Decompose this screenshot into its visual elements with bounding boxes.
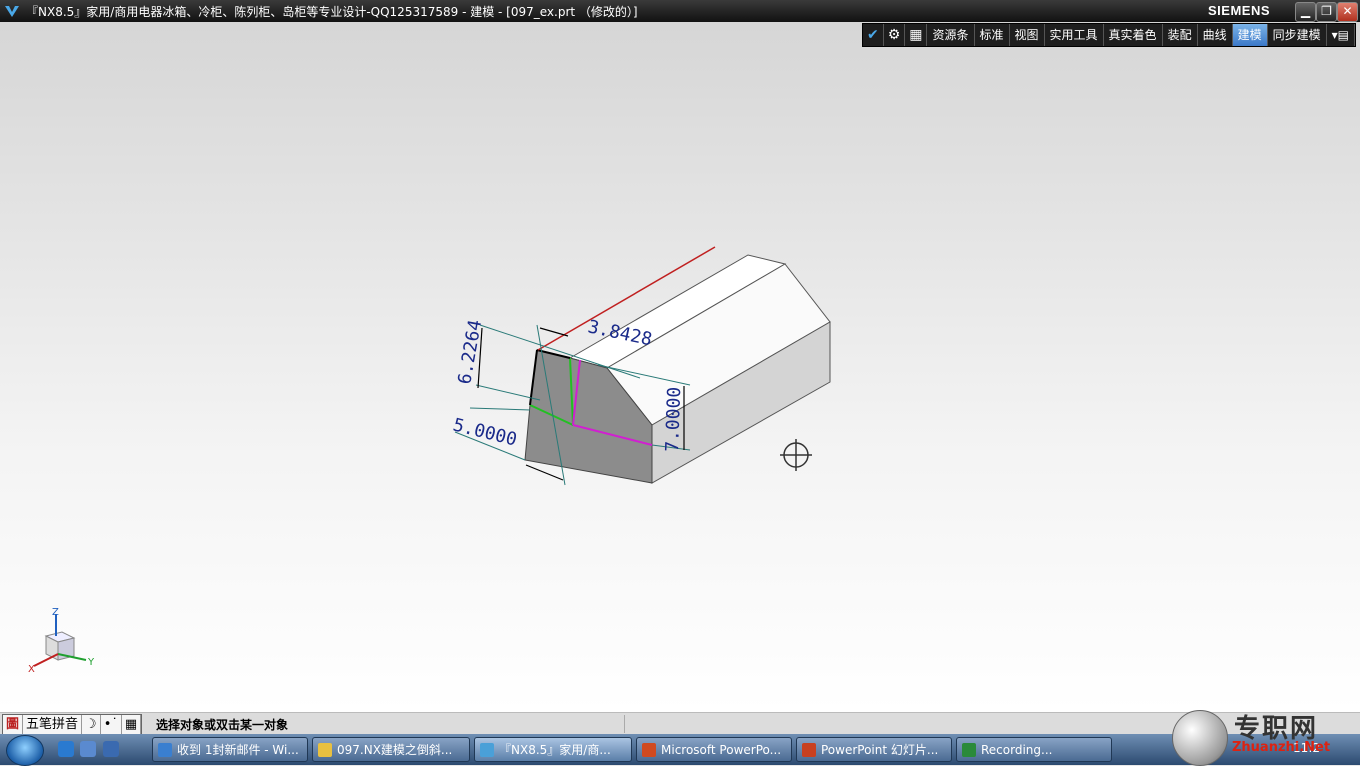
triad-y-label: Y bbox=[87, 657, 95, 668]
taskbar-item-label: 097.NX建模之倒斜... bbox=[337, 743, 453, 757]
folder-icon bbox=[318, 743, 332, 757]
monitor-quicklaunch-icon[interactable] bbox=[103, 741, 119, 757]
triad-x-label: X bbox=[28, 664, 35, 675]
taskbar-item-mail[interactable]: 收到 1封新邮件 - Wi... bbox=[152, 737, 308, 762]
powerpoint-icon bbox=[642, 743, 656, 757]
dimension-bottom[interactable]: 5.0000 bbox=[451, 414, 519, 450]
dimension-right-vertical[interactable]: 7.0000 bbox=[662, 386, 685, 452]
status-message: 选择对象或双击某一对象 bbox=[156, 718, 289, 732]
taskbar-item-recording[interactable]: Recording... bbox=[956, 737, 1112, 762]
taskbar-item-label: PowerPoint 幻灯片... bbox=[821, 743, 939, 757]
crosshair-cursor-icon bbox=[780, 439, 812, 471]
ime-punct-toggle[interactable]: •˙ bbox=[101, 715, 122, 734]
ime-keyboard-icon[interactable]: ▦ bbox=[122, 715, 142, 734]
taskbar-item-label: 『NX8.5』家用/商... bbox=[499, 743, 611, 757]
ie-quicklaunch-icon[interactable] bbox=[58, 741, 74, 757]
view-triad-icon: Z Y X bbox=[28, 607, 95, 675]
status-divider bbox=[624, 715, 625, 733]
taskbar: 收到 1封新邮件 - Wi... 097.NX建模之倒斜... 『NX8.5』家… bbox=[0, 734, 1360, 766]
mail-app-icon bbox=[158, 743, 172, 757]
ime-toolbar: 圖 五笔拼音 ☽ •˙ ▦ bbox=[2, 714, 143, 735]
desktop-quicklaunch-icon[interactable] bbox=[80, 741, 96, 757]
taskbar-item-label: Recording... bbox=[981, 743, 1053, 757]
watermark-ball-icon bbox=[1172, 710, 1228, 766]
slideshow-icon bbox=[802, 743, 816, 757]
dimension-left-vertical[interactable]: 6.2264 bbox=[454, 318, 486, 386]
status-bar: 圖 五笔拼音 ☽ •˙ ▦ 选择对象或双击某一对象 bbox=[0, 712, 1360, 735]
taskbar-item-folder[interactable]: 097.NX建模之倒斜... bbox=[312, 737, 470, 762]
taskbar-item-nx[interactable]: 『NX8.5』家用/商... bbox=[474, 737, 632, 762]
start-button[interactable] bbox=[6, 735, 44, 766]
ime-mode[interactable]: 五笔拼音 bbox=[23, 715, 83, 734]
ime-logo-icon[interactable]: 圖 bbox=[3, 715, 24, 734]
model-drawing: 3.8428 6.2264 5.0000 7.0000 bbox=[451, 246, 831, 486]
taskbar-item-slideshow[interactable]: PowerPoint 幻灯片... bbox=[796, 737, 952, 762]
taskbar-item-label: Microsoft PowerPo... bbox=[661, 743, 782, 757]
recording-icon bbox=[962, 743, 976, 757]
nx-app-icon bbox=[480, 743, 494, 757]
taskbar-item-powerpoint[interactable]: Microsoft PowerPo... bbox=[636, 737, 792, 762]
watermark-url: Zhuanzhi.Net bbox=[1232, 740, 1331, 755]
taskbar-item-label: 收到 1封新邮件 - Wi... bbox=[177, 743, 299, 757]
watermark: 专职网 Zhuanzhi.Net bbox=[1172, 708, 1352, 766]
ime-width-toggle[interactable]: ☽ bbox=[82, 715, 101, 734]
triad-z-label: Z bbox=[52, 607, 59, 618]
